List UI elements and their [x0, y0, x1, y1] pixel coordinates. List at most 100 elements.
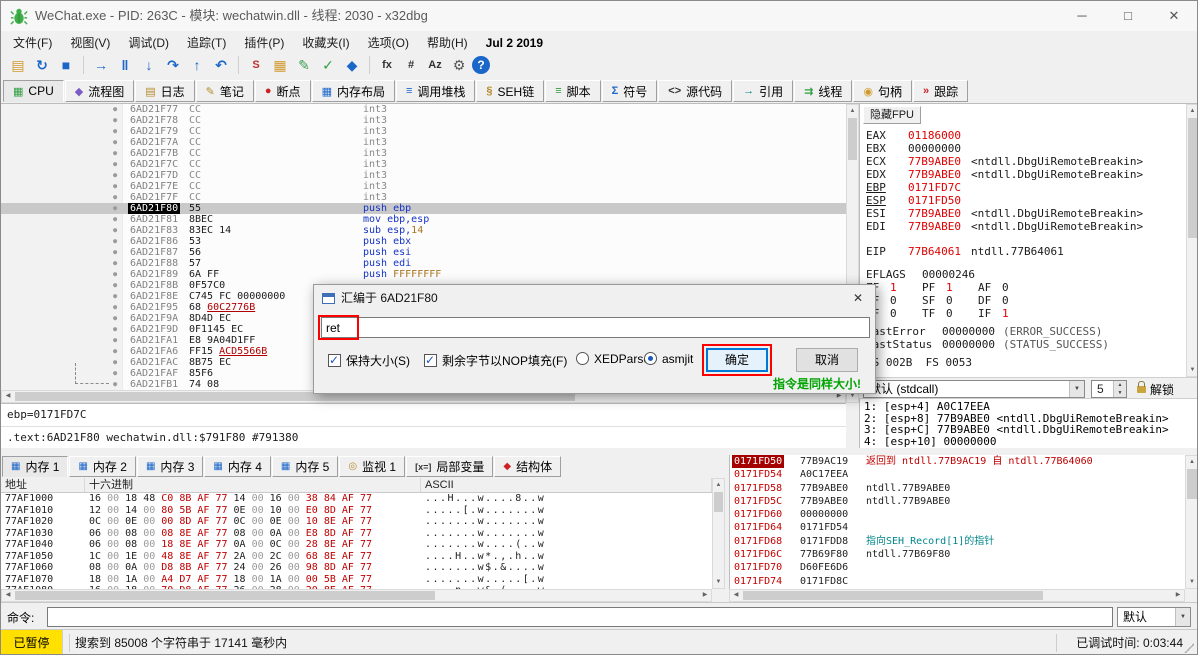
scroll-right-icon[interactable]: ▶ — [1172, 590, 1184, 601]
stack-row[interactable]: 0171FD70D60FE6D6 — [730, 561, 1185, 574]
keep-size-checkbox[interactable]: 保持大小(S) — [328, 352, 410, 369]
scroll-thumb[interactable] — [743, 591, 1043, 600]
register-row-eax[interactable]: EAX01186000 — [866, 129, 1143, 142]
asmjit-radio[interactable]: asmjit — [644, 352, 693, 366]
tab-graph[interactable]: ◆流程图 — [65, 80, 134, 102]
menu-item-3[interactable]: 追踪(T) — [178, 31, 235, 54]
register-row-esi[interactable]: ESI77B9ABE0<ntdll.DbgUiRemoteBreakin> — [866, 207, 1143, 220]
command-input[interactable] — [47, 607, 1113, 627]
stack-row[interactable]: 0171FD54A0C17EEA — [730, 468, 1185, 481]
comment-icon[interactable]: ✎ — [293, 55, 315, 76]
help-icon[interactable]: ? — [472, 56, 490, 74]
dump-row[interactable]: 77AF100016 00 18 48 C0 8B AF 77 14 00 16… — [1, 493, 712, 505]
register-row-esp[interactable]: ESP0171FD50 — [866, 194, 1143, 207]
pause-icon[interactable]: ‖ — [114, 55, 136, 76]
register-row-edx[interactable]: EDX77B9ABE0<ntdll.DbgUiRemoteBreakin> — [866, 168, 1143, 181]
tab-references[interactable]: →引用 — [733, 80, 793, 102]
disasm-row[interactable]: 6AD21F8857push edi — [1, 258, 846, 269]
scroll-thumb[interactable] — [1187, 469, 1197, 499]
dump-vscrollbar[interactable]: ▲ ▼ — [712, 478, 725, 589]
last-error-row[interactable]: LastError00000000(ERROR_SUCCESS) — [866, 325, 1102, 338]
menu-item-2[interactable]: 调试(D) — [119, 31, 178, 54]
disasm-row[interactable]: 6AD21F8653push ebx — [1, 236, 846, 247]
stack-row[interactable]: 0171FD6000000000 — [730, 508, 1185, 521]
dump-tab-struct[interactable]: ◆结构体 — [494, 456, 561, 477]
stack-row[interactable]: 0171FD5077B9AC19返回到 ntdll.77B9AC19 自 ntd… — [730, 455, 1185, 468]
stop-icon[interactable]: ■ — [55, 55, 77, 76]
spin-up-icon[interactable]: ▲ — [1114, 381, 1126, 389]
scroll-left-icon[interactable]: ◀ — [2, 590, 14, 601]
scroll-down-icon[interactable]: ▼ — [1186, 576, 1198, 588]
maximize-button[interactable]: □ — [1105, 1, 1151, 31]
stack-arguments-pane[interactable]: 1: [esp+4] A0C17EEA2: [esp+8] 77B9ABE0 <… — [859, 399, 1198, 448]
tab-trace[interactable]: »跟踪 — [913, 80, 968, 102]
segment-registers[interactable]: GS 002B FS 0053 — [866, 356, 972, 369]
tab-threads[interactable]: ⇉线程 — [794, 80, 852, 102]
dump-hscrollbar[interactable]: ◀ ▶ — [1, 589, 712, 602]
disasm-row[interactable]: 6AD21F7DCCint3 — [1, 170, 846, 181]
scroll-left-icon[interactable]: ◀ — [730, 590, 742, 601]
scroll-down-icon[interactable]: ▼ — [1187, 364, 1198, 376]
chevron-down-icon[interactable]: ▼ — [1175, 608, 1190, 626]
disasm-row[interactable]: 6AD21F79CCint3 — [1, 126, 846, 137]
menu-item-0[interactable]: 文件(F) — [4, 31, 61, 54]
tab-script[interactable]: ≡脚本 — [545, 80, 600, 102]
menu-item-7[interactable]: 帮助(H) — [418, 31, 477, 54]
register-row-ecx[interactable]: ECX77B9ABE0<ntdll.DbgUiRemoteBreakin> — [866, 155, 1143, 168]
menu-item-5[interactable]: 收藏夹(I) — [293, 31, 358, 54]
check-icon[interactable]: ✓ — [317, 55, 339, 76]
scroll-up-icon[interactable]: ▲ — [713, 479, 724, 491]
stepper-buttons[interactable]: ▲▼ — [1113, 381, 1126, 397]
argument-count-stepper[interactable]: 5 ▲▼ — [1091, 380, 1127, 398]
settings-icon[interactable]: ⚙ — [448, 55, 470, 76]
unlock-toggle[interactable]: 解锁 — [1137, 381, 1174, 398]
tab-symbols[interactable]: Σ符号 — [602, 80, 658, 102]
scroll-up-icon[interactable]: ▲ — [1186, 456, 1198, 468]
memory-dump-pane[interactable]: 地址 十六进制 ASCII 77AF100016 00 18 48 C0 8B … — [1, 478, 712, 589]
flags-block[interactable]: ZF1PF1AF0OF0SF0DF0CF0TF0IF1 — [866, 281, 1034, 320]
functions-icon[interactable]: fx — [376, 55, 398, 76]
menu-item-4[interactable]: 插件(P) — [235, 31, 293, 54]
dump-tab-memory-3[interactable]: ▦内存 3 — [137, 456, 203, 477]
scroll-left-icon[interactable]: ◀ — [2, 391, 14, 402]
tab-seh[interactable]: §SEH链 — [476, 80, 544, 102]
disasm-row[interactable]: 6AD21F7FCCint3 — [1, 192, 846, 203]
spin-down-icon[interactable]: ▼ — [1114, 389, 1126, 397]
patches-icon[interactable]: ▦ — [269, 55, 291, 76]
register-row-eflags[interactable]: EFLAGS00000246 — [866, 268, 975, 281]
stack-row[interactable]: 0171FD5877B9ABE0ntdll.77B9ABE0 — [730, 482, 1185, 495]
scroll-thumb[interactable] — [15, 591, 435, 600]
scroll-thumb[interactable] — [1188, 118, 1197, 238]
disasm-row[interactable]: 6AD21F7ECCint3 — [1, 181, 846, 192]
disasm-row[interactable]: 6AD21F896A FFpush FFFFFFFF — [1, 269, 846, 280]
close-button[interactable]: ✕ — [1151, 1, 1197, 31]
step-into-icon[interactable]: ↓ — [138, 55, 160, 76]
tab-breakpoints[interactable]: ●断点 — [255, 80, 311, 102]
dump-row[interactable]: 77AF104006 00 08 00 18 8E AF 77 0A 00 0C… — [1, 539, 712, 551]
tab-memory-map[interactable]: ▦内存布局 — [312, 80, 395, 102]
tab-call-stack[interactable]: ≡调用堆栈 — [396, 80, 475, 102]
dump-row[interactable]: 77AF106008 00 0A 00 D8 8B AF 77 24 00 26… — [1, 562, 712, 574]
menu-item-6[interactable]: 选项(O) — [359, 31, 418, 54]
tab-log[interactable]: ▤日志 — [135, 80, 194, 102]
restart-icon[interactable]: ↻ — [31, 55, 53, 76]
menu-item-1[interactable]: 视图(V) — [61, 31, 119, 54]
dump-row[interactable]: 77AF103006 00 08 00 08 8E AF 77 08 00 0A… — [1, 528, 712, 540]
calling-convention-select[interactable]: 默认 (stdcall) ▼ — [863, 380, 1085, 398]
stack-row[interactable]: 0171FD5C77B9ABE0ntdll.77B9ABE0 — [730, 495, 1185, 508]
stack-pane[interactable]: 0171FD5077B9AC19返回到 ntdll.77B9AC19 自 ntd… — [729, 455, 1185, 589]
dialog-close-icon[interactable]: ✕ — [841, 285, 875, 311]
stack-row[interactable]: 0171FD740171FD8C — [730, 575, 1185, 588]
step-back-icon[interactable]: ↶ — [210, 55, 232, 76]
tab-source[interactable]: <>源代码 — [658, 80, 732, 102]
command-profile-select[interactable]: 默认 ▼ — [1117, 607, 1191, 627]
disasm-row[interactable]: 6AD21F77CCint3 — [1, 104, 846, 115]
scroll-up-icon[interactable]: ▲ — [1187, 105, 1198, 117]
disasm-row[interactable]: 6AD21F78CCint3 — [1, 115, 846, 126]
dump-row[interactable]: 77AF107018 00 1A 00 A4 D7 AF 77 18 00 1A… — [1, 574, 712, 586]
tab-notes[interactable]: ✎笔记 — [196, 80, 254, 102]
scroll-thumb[interactable] — [714, 492, 723, 512]
cancel-button[interactable]: 取消 — [796, 348, 858, 372]
dump-row[interactable]: 77AF10200C 00 0E 00 00 8D AF 77 0C 00 0E… — [1, 516, 712, 528]
tab-cpu[interactable]: ▦CPU — [3, 80, 64, 102]
